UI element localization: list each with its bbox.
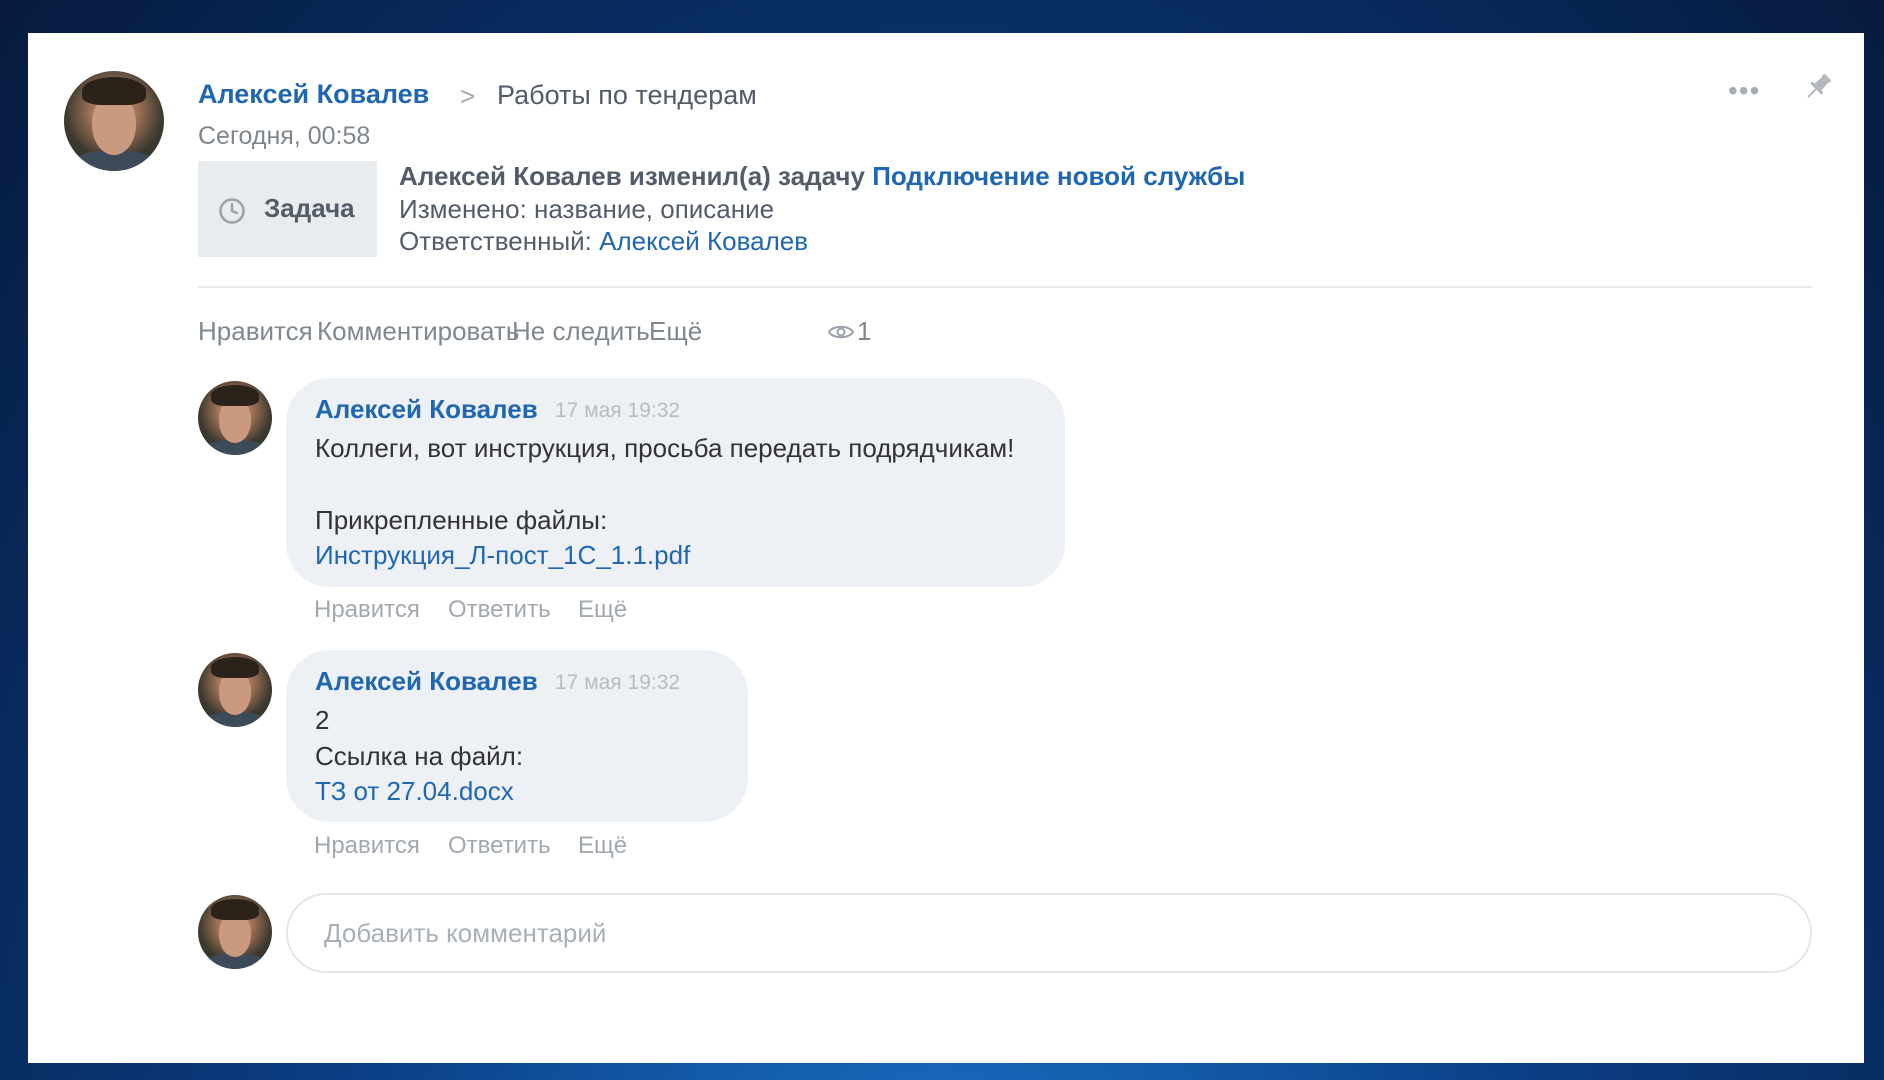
feed-post-card: Алексей Ковалев > Работы по тендерам Сег…: [28, 33, 1864, 1063]
task-change-prefix: Алексей Ковалев изменил(а) задачу: [399, 161, 873, 191]
post-timestamp[interactable]: Сегодня, 00:58: [198, 122, 370, 151]
post-divider: [198, 286, 1812, 288]
task-name-link[interactable]: Подключение новой службы: [872, 161, 1245, 191]
author-avatar[interactable]: [64, 71, 164, 171]
comment-reply-button[interactable]: Ответить: [448, 596, 551, 624]
comment-date[interactable]: 17 мая 19:32: [555, 671, 680, 695]
task-badge[interactable]: Задача: [198, 161, 377, 257]
file-link-label: Ссылка на файл:: [315, 741, 524, 771]
add-comment-input[interactable]: [286, 893, 1812, 973]
comment-author-link[interactable]: Алексей Ковалев: [315, 394, 538, 425]
responsible-user-link[interactable]: Алексей Ковалев: [599, 226, 808, 256]
comment-like-button[interactable]: Нравится: [314, 832, 420, 860]
more-icon[interactable]: •••: [1728, 75, 1760, 107]
views-count: 1: [857, 316, 872, 346]
clock-icon: [218, 197, 246, 225]
attached-file-link[interactable]: Инструкция_Л-пост_1С_1.1.pdf: [315, 540, 690, 571]
comment-text: Коллеги, вот инструкция, просьба передат…: [315, 433, 1015, 463]
breadcrumb-separator: >: [460, 81, 476, 111]
task-changed-fields: Изменено: название, описание: [399, 194, 774, 225]
post-group-link[interactable]: Работы по тендерам: [497, 80, 757, 111]
current-user-avatar: [198, 895, 272, 969]
changed-label: Изменено:: [399, 194, 535, 224]
more-actions-button[interactable]: Ещё: [649, 316, 702, 347]
comment-text: 2: [315, 705, 330, 735]
comment-button[interactable]: Комментировать: [317, 316, 519, 347]
like-button[interactable]: Нравится: [198, 316, 313, 347]
comment-reply-button[interactable]: Ответить: [448, 832, 551, 860]
task-badge-label: Задача: [264, 193, 355, 223]
responsible-label: Ответственный:: [399, 226, 600, 256]
comment-date[interactable]: 17 мая 19:32: [555, 399, 680, 423]
comment-like-button[interactable]: Нравится: [314, 596, 420, 624]
comment-avatar[interactable]: [198, 381, 272, 455]
eye-icon: [828, 325, 854, 339]
attached-files-label: Прикрепленные файлы:: [315, 505, 608, 535]
task-responsible: Ответственный: Алексей Ковалев: [399, 226, 808, 257]
file-link[interactable]: ТЗ от 27.04.docx: [315, 776, 514, 807]
comment-bubble: Алексей Ковалев 17 мая 19:32 2 Ссылка на…: [286, 650, 748, 822]
comment-more-button[interactable]: Ещё: [578, 832, 627, 860]
pin-icon[interactable]: [1800, 69, 1836, 105]
task-change-summary: Алексей Ковалев изменил(а) задачу Подклю…: [399, 161, 1245, 192]
post-author-link[interactable]: Алексей Ковалев: [198, 79, 429, 110]
comment-avatar[interactable]: [198, 653, 272, 727]
unfollow-button[interactable]: Не следить: [512, 316, 650, 347]
comment-author-link[interactable]: Алексей Ковалев: [315, 666, 538, 697]
comment-bubble: Алексей Ковалев 17 мая 19:32 Коллеги, во…: [286, 378, 1065, 587]
comment-more-button[interactable]: Ещё: [578, 596, 627, 624]
changed-value: название, описание: [534, 194, 775, 224]
